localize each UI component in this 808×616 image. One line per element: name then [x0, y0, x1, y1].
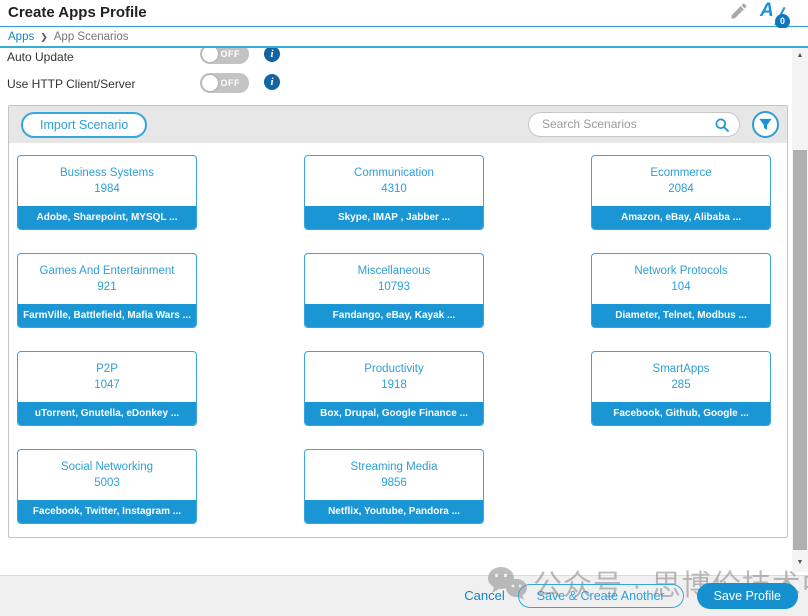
scenario-card-body: SmartApps 285	[592, 352, 770, 402]
scenario-name: Productivity	[364, 362, 423, 376]
scenario-name: Business Systems	[60, 166, 154, 180]
scenario-card-body: Communication 4310	[305, 156, 483, 206]
save-profile-button[interactable]: Save Profile	[697, 583, 798, 609]
info-icon[interactable]: i	[264, 46, 280, 62]
breadcrumb: Apps ❯ App Scenarios	[0, 28, 808, 48]
header-bar: Create Apps Profile A 0	[0, 0, 808, 27]
scenario-card[interactable]: P2P 1047 uTorrent, Gnutella, eDonkey ...	[17, 351, 197, 426]
scenario-examples: Diameter, Telnet, Modbus ...	[592, 304, 770, 327]
scenario-card[interactable]: Games And Entertainment 921 FarmVille, B…	[17, 253, 197, 328]
filter-button[interactable]	[752, 111, 779, 138]
import-scenario-button[interactable]: Import Scenario	[21, 112, 147, 138]
scenario-card-body: Social Networking 5003	[18, 450, 196, 500]
scenario-name: Network Protocols	[634, 264, 727, 278]
scenario-card[interactable]: Communication 4310 Skype, IMAP , Jabber …	[304, 155, 484, 230]
scenario-name: Ecommerce	[650, 166, 711, 180]
scenario-examples: Skype, IMAP , Jabber ...	[305, 206, 483, 229]
scenario-card-body: Business Systems 1984	[18, 156, 196, 206]
scenario-count: 10793	[378, 280, 410, 294]
scenario-name: Social Networking	[61, 460, 153, 474]
scenario-examples: Netflix, Youtube, Pandora ...	[305, 500, 483, 523]
scenario-name: SmartApps	[653, 362, 710, 376]
scenario-count: 285	[671, 378, 690, 392]
toggle-knob	[202, 46, 218, 62]
auto-update-label: Auto Update	[7, 50, 74, 64]
scenario-count: 9856	[381, 476, 407, 490]
scenario-examples: uTorrent, Gnutella, eDonkey ...	[18, 402, 196, 425]
scenario-card[interactable]: Business Systems 1984 Adobe, Sharepoint,…	[17, 155, 197, 230]
scenario-name: Streaming Media	[351, 460, 438, 474]
scenario-card-body: Network Protocols 104	[592, 254, 770, 304]
scenario-count: 1918	[381, 378, 407, 392]
scenario-examples: Facebook, Twitter, Instagram ...	[18, 500, 196, 523]
toggle-state-label: OFF	[221, 78, 241, 88]
edit-pencil-icon[interactable]	[728, 1, 750, 23]
http-client-server-label: Use HTTP Client/Server	[7, 77, 135, 91]
scenario-card[interactable]: SmartApps 285 Facebook, Github, Google .…	[591, 351, 771, 426]
scenario-name: P2P	[96, 362, 118, 376]
scrollbar-thumb[interactable]	[793, 150, 807, 550]
scenario-count: 1984	[94, 182, 120, 196]
funnel-icon	[758, 117, 773, 132]
scenario-card[interactable]: Productivity 1918 Box, Drupal, Google Fi…	[304, 351, 484, 426]
scenario-name: Miscellaneous	[358, 264, 431, 278]
breadcrumb-current: App Scenarios	[54, 31, 129, 43]
scenario-count: 2084	[668, 182, 694, 196]
scenario-card-body: Productivity 1918	[305, 352, 483, 402]
scenario-examples: Amazon, eBay, Alibaba ...	[592, 206, 770, 229]
scroll-up-arrow-icon[interactable]: ▲	[792, 50, 808, 62]
pencil-icon	[729, 1, 749, 21]
scenario-card-body: Miscellaneous 10793	[305, 254, 483, 304]
scenario-card[interactable]: Social Networking 5003 Facebook, Twitter…	[17, 449, 197, 524]
scenarios-panel: Import Scenario	[8, 105, 788, 538]
scroll-down-arrow-icon[interactable]: ▼	[792, 557, 808, 569]
scenarios-toolbar: Import Scenario	[9, 106, 787, 143]
chevron-right-icon: ❯	[40, 31, 48, 43]
toggle-knob	[202, 75, 218, 91]
scenario-examples: FarmVille, Battlefield, Mafia Wars ...	[18, 304, 196, 327]
page-title: Create Apps Profile	[8, 4, 147, 21]
footer-actions: Cancel Save & Create Another Save Profil…	[0, 575, 808, 616]
scenario-count: 104	[671, 280, 690, 294]
scenario-count: 921	[97, 280, 116, 294]
scenario-card-body: Ecommerce 2084	[592, 156, 770, 206]
create-apps-profile-page: Auto Update OFF i Use HTTP Client/Server…	[0, 0, 808, 616]
scenario-examples: Box, Drupal, Google Finance ...	[305, 402, 483, 425]
scenario-card[interactable]: Streaming Media 9856 Netflix, Youtube, P…	[304, 449, 484, 524]
scenario-name: Games And Entertainment	[40, 264, 175, 278]
save-and-create-another-button[interactable]: Save & Create Another	[518, 584, 684, 608]
scenario-card-body: P2P 1047	[18, 352, 196, 402]
search-box	[528, 112, 740, 137]
scenario-card-body: Streaming Media 9856	[305, 450, 483, 500]
count-badge: 0	[775, 14, 790, 29]
search-icon[interactable]	[714, 117, 730, 138]
scenario-card[interactable]: Network Protocols 104 Diameter, Telnet, …	[591, 253, 771, 328]
scenario-examples: Fandango, eBay, Kayak ...	[305, 304, 483, 327]
scenario-count: 4310	[381, 182, 407, 196]
cancel-button[interactable]: Cancel	[464, 588, 504, 603]
toggle-state-label: OFF	[221, 49, 241, 59]
scenario-examples: Adobe, Sharepoint, MYSQL ...	[18, 206, 196, 229]
http-client-server-toggle[interactable]: OFF	[200, 73, 249, 93]
scenario-name: Communication	[354, 166, 434, 180]
scenario-count: 5003	[94, 476, 120, 490]
scenario-examples: Facebook, Github, Google ...	[592, 402, 770, 425]
vertical-scrollbar[interactable]: ▲ ▼	[792, 48, 808, 572]
apps-profile-tool-icon[interactable]: A 0	[760, 1, 788, 27]
breadcrumb-apps-link[interactable]: Apps	[8, 31, 34, 43]
search-scenarios-input[interactable]	[529, 113, 707, 135]
scenario-count: 1047	[94, 378, 120, 392]
scenario-grid: Business Systems 1984 Adobe, Sharepoint,…	[9, 143, 787, 524]
info-icon[interactable]: i	[264, 74, 280, 90]
scenario-card[interactable]: Ecommerce 2084 Amazon, eBay, Alibaba ...	[591, 155, 771, 230]
scenario-card[interactable]: Miscellaneous 10793 Fandango, eBay, Kaya…	[304, 253, 484, 328]
scenario-card-body: Games And Entertainment 921	[18, 254, 196, 304]
